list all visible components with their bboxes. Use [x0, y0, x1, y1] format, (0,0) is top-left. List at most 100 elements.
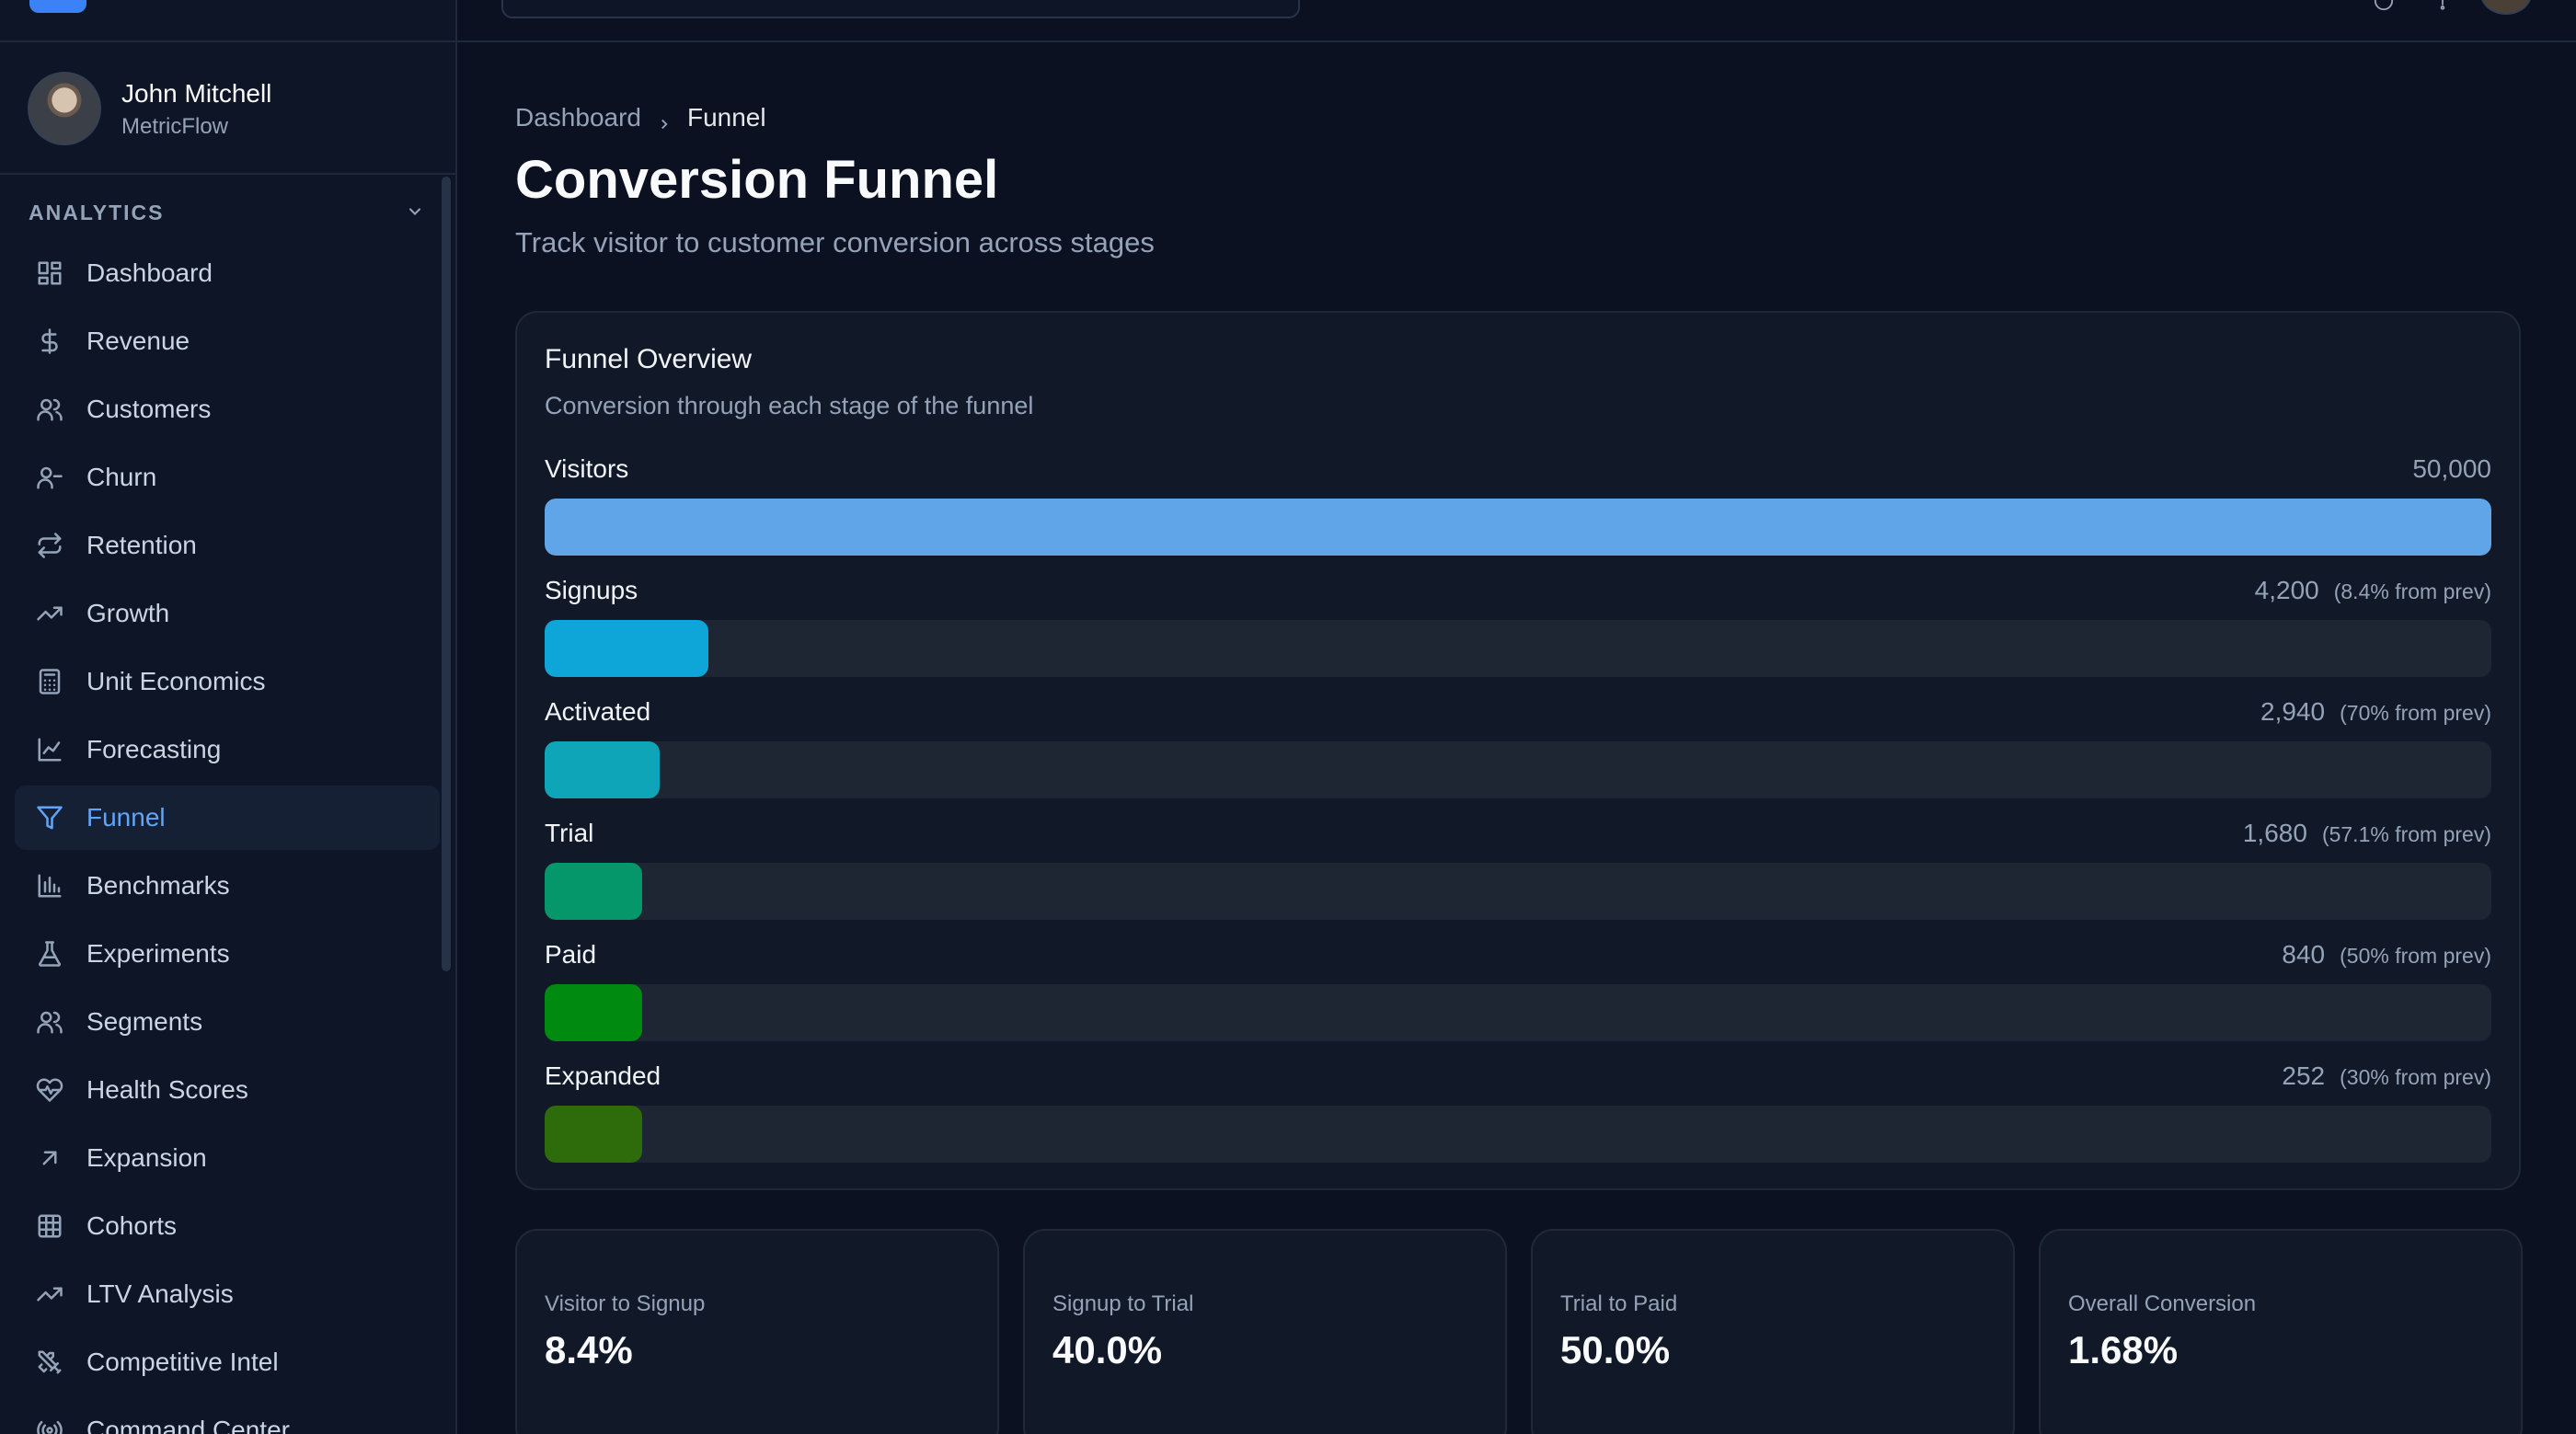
- sidebar-item-label: Forecasting: [86, 735, 222, 763]
- sidebar-item-revenue[interactable]: Revenue: [15, 309, 440, 373]
- sidebar-item-cohorts[interactable]: Cohorts: [15, 1194, 440, 1258]
- stage-bar[interactable]: [545, 741, 660, 798]
- stage-label: Expanded: [545, 1061, 661, 1090]
- sidebar-header: [0, 0, 455, 42]
- stage-track: [545, 1106, 2491, 1163]
- app-logo[interactable]: [29, 0, 86, 13]
- breadcrumb-dashboard-link[interactable]: Dashboard: [515, 103, 641, 132]
- sidebar-item-label: Retention: [86, 531, 197, 559]
- sidebar-item-segments[interactable]: Segments: [15, 990, 440, 1054]
- page-title: Conversion Funnel: [515, 150, 999, 210]
- sidebar-item-ltv-analysis[interactable]: LTV Analysis: [15, 1262, 440, 1326]
- filter-icon: [35, 803, 64, 832]
- sidebar-scrollbar[interactable]: [442, 177, 451, 971]
- top-bar: [457, 0, 2576, 42]
- chevron-right-icon: [656, 109, 673, 130]
- sidebar-item-label: Customers: [86, 395, 212, 423]
- funnel-stage-activated: Activated 2,940 (70% from prev): [545, 694, 2491, 815]
- stage-bar[interactable]: [545, 863, 642, 920]
- funnel-stage-paid: Paid 840 (50% from prev): [545, 936, 2491, 1058]
- kpi-label: Signup to Trial: [1052, 1291, 1194, 1316]
- notification-icon[interactable]: [2432, 0, 2453, 11]
- sidebar-item-unit-economics[interactable]: Unit Economics: [15, 649, 440, 714]
- sidebar-item-competitive-intel[interactable]: Competitive Intel: [15, 1330, 440, 1394]
- sidebar-nav: Dashboard Revenue Customers Churn Retent…: [15, 241, 440, 1434]
- funnel-stage-signups: Signups 4,200 (8.4% from prev): [545, 572, 2491, 694]
- stage-value: 1,680: [2242, 819, 2307, 847]
- stage-rate: (8.4% from prev): [2333, 579, 2491, 603]
- dashboard-icon: [35, 258, 64, 288]
- sidebar-item-churn[interactable]: Churn: [15, 445, 440, 510]
- search-input[interactable]: [501, 0, 1300, 18]
- sidebar-item-customers[interactable]: Customers: [15, 377, 440, 442]
- stage-value: 252: [2282, 1061, 2326, 1090]
- calculator-icon: [35, 667, 64, 696]
- kpi-card-signup-to-trial: Signup to Trial 40.0%: [1023, 1229, 1507, 1434]
- kpi-value: 40.0%: [1052, 1328, 1163, 1371]
- users-icon: [35, 395, 64, 424]
- stage-track: [545, 741, 2491, 798]
- sidebar-item-experiments[interactable]: Experiments: [15, 922, 440, 986]
- user-name: John Mitchell: [121, 79, 272, 108]
- stage-label: Activated: [545, 697, 651, 726]
- user-org: MetricFlow: [121, 114, 229, 139]
- sidebar-item-command-center[interactable]: Command Center: [15, 1398, 440, 1434]
- sidebar-item-label: Revenue: [86, 327, 190, 355]
- stage-track: [545, 984, 2491, 1041]
- repeat-icon: [35, 531, 64, 560]
- stage-value: 840: [2282, 940, 2326, 969]
- sidebar-item-retention[interactable]: Retention: [15, 513, 440, 578]
- section-title: ANALYTICS: [29, 201, 165, 224]
- stage-bar[interactable]: [545, 499, 2491, 556]
- sidebar-item-label: Segments: [86, 1007, 203, 1036]
- stage-track: [545, 499, 2491, 556]
- sidebar-item-growth[interactable]: Growth: [15, 581, 440, 646]
- sidebar-item-label: Unit Economics: [86, 667, 266, 695]
- stage-rate: (30% from prev): [2340, 1065, 2491, 1089]
- kpi-label: Overall Conversion: [2068, 1291, 2257, 1316]
- kpi-value: 50.0%: [1560, 1328, 1671, 1371]
- help-icon[interactable]: [2374, 0, 2394, 11]
- stage-value: 4,200: [2254, 576, 2319, 604]
- stage-label: Paid: [545, 940, 597, 969]
- chevron-down-icon: [406, 202, 424, 221]
- stage-label: Signups: [545, 576, 638, 604]
- trending-up-icon: [35, 599, 64, 628]
- sidebar-item-funnel[interactable]: Funnel: [15, 786, 440, 850]
- funnel-stage-expanded: Expanded 252 (30% from prev): [545, 1058, 2491, 1179]
- stage-bar[interactable]: [545, 984, 642, 1041]
- funnel-stages: Visitors 50,000 Signups 4,200 (8.4% from…: [545, 451, 2491, 1179]
- sidebar-item-forecasting[interactable]: Forecasting: [15, 717, 440, 782]
- stage-rate: (50% from prev): [2340, 944, 2491, 968]
- trending-up-icon: [35, 1279, 64, 1309]
- kpi-label: Trial to Paid: [1560, 1291, 1678, 1316]
- sidebar-item-label: Competitive Intel: [86, 1348, 279, 1376]
- sidebar-item-dashboard[interactable]: Dashboard: [15, 241, 440, 305]
- stage-bar[interactable]: [545, 620, 708, 677]
- user-minus-icon: [35, 463, 64, 492]
- breadcrumb-current: Funnel: [686, 103, 766, 132]
- sidebar-item-health-scores[interactable]: Health Scores: [15, 1058, 440, 1122]
- stage-label: Trial: [545, 819, 594, 847]
- bar-chart-icon: [35, 871, 64, 901]
- sidebar-item-expansion[interactable]: Expansion: [15, 1126, 440, 1190]
- kpi-row: Visitor to Signup 8.4% Signup to Trial 4…: [515, 1229, 2523, 1434]
- user-profile[interactable]: John Mitchell MetricFlow: [0, 42, 455, 175]
- breadcrumb: Dashboard Funnel: [515, 103, 766, 132]
- users-icon: [35, 1007, 64, 1037]
- analytics-section-toggle[interactable]: ANALYTICS: [29, 201, 424, 228]
- sidebar-item-label: Churn: [86, 463, 157, 491]
- grid-icon: [35, 1211, 64, 1241]
- card-title: Funnel Overview: [545, 344, 753, 374]
- avatar: [28, 72, 101, 145]
- account-avatar[interactable]: [2480, 0, 2532, 15]
- radio-icon: [35, 1416, 64, 1434]
- sidebar-item-label: Cohorts: [86, 1211, 178, 1240]
- dollar-icon: [35, 327, 64, 356]
- sidebar-item-benchmarks[interactable]: Benchmarks: [15, 854, 440, 918]
- stage-bar[interactable]: [545, 1106, 642, 1163]
- sidebar-item-label: Expansion: [86, 1143, 207, 1172]
- kpi-card-overall-conversion: Overall Conversion 1.68%: [2039, 1229, 2523, 1434]
- sidebar-item-label: Command Center: [86, 1416, 290, 1434]
- stage-rate: (70% from prev): [2340, 701, 2491, 725]
